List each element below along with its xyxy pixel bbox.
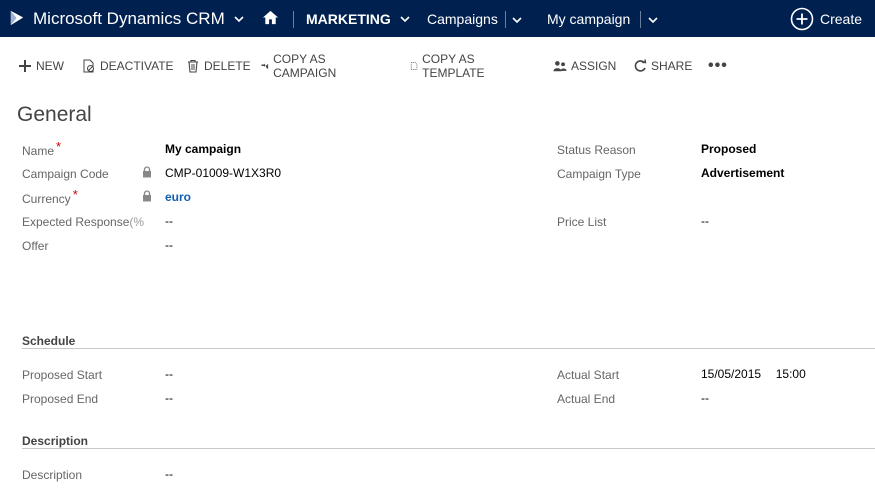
actual-end-label: Actual End [557, 392, 616, 406]
nav-entity-label: Campaigns [427, 10, 498, 27]
schedule-section-title: Schedule [22, 334, 76, 348]
expected-response-label: Expected Response(% [22, 215, 145, 229]
expected-response-field[interactable]: -- [165, 214, 173, 228]
top-navigation-bar: Microsoft Dynamics CRM MARKETING Campaig… [0, 0, 875, 37]
campaign-code-value: CMP-01009-W1X3R0 [165, 166, 282, 180]
proposed-start-label: Proposed Start [22, 368, 103, 382]
copy-campaign-icon [261, 63, 269, 70]
actual-end-field[interactable]: -- [701, 391, 709, 405]
assign-label: ASSIGN [571, 59, 617, 73]
share-button[interactable]: SHARE [633, 52, 692, 80]
brand-menu[interactable]: Microsoft Dynamics CRM [0, 0, 245, 37]
trash-icon [188, 59, 198, 73]
offer-field[interactable]: -- [165, 238, 173, 252]
copy-as-campaign-button[interactable]: COPY AS CAMPAIGN [261, 52, 342, 80]
copy-as-template-label: COPY AS TEMPLATE [422, 52, 485, 80]
description-label: Description [22, 468, 83, 482]
copy-as-template-button[interactable]: COPY AS TEMPLATE [410, 52, 490, 80]
nav-entity-link[interactable]: Campaigns [427, 0, 498, 37]
schedule-divider [22, 348, 875, 349]
price-list-field[interactable]: -- [701, 214, 709, 228]
nav-area-label: MARKETING [306, 10, 391, 27]
name-label: Name * [22, 139, 62, 158]
nav-separator [505, 11, 506, 28]
actual-start-label: Actual Start [557, 368, 620, 382]
general-section-title: General [17, 103, 92, 126]
create-label: Create [820, 10, 863, 27]
plus-icon [19, 60, 31, 72]
price-list-label: Price List [557, 215, 607, 229]
currency-label: Currency * [22, 187, 78, 206]
new-button[interactable]: NEW [18, 52, 64, 80]
deactivate-button[interactable]: DEACTIVATE [82, 52, 174, 80]
more-commands-button[interactable]: ••• [708, 52, 728, 80]
campaign-type-label: Campaign Type [557, 167, 641, 181]
campaign-type-field[interactable]: Advertisement [701, 166, 784, 180]
deactivate-icon [83, 59, 94, 73]
deactivate-label: DEACTIVATE [100, 59, 174, 73]
offer-label: Offer [22, 239, 49, 253]
description-divider [22, 448, 875, 449]
template-icon [410, 62, 418, 70]
chevron-down-icon [400, 15, 410, 22]
lock-icon [143, 166, 151, 178]
record-chevron-down-icon[interactable] [647, 14, 659, 26]
nav-separator [640, 11, 641, 28]
actual-start-field[interactable]: 15/05/2015 15:00 [701, 367, 806, 381]
nav-separator [293, 11, 294, 28]
proposed-end-field[interactable]: -- [165, 391, 173, 405]
description-field[interactable]: -- [165, 467, 173, 481]
home-icon[interactable] [262, 9, 279, 26]
currency-link[interactable]: euro [165, 190, 191, 204]
required-marker: * [56, 139, 62, 154]
entity-chevron-down-icon[interactable] [511, 14, 523, 26]
status-reason-label: Status Reason [557, 143, 636, 157]
brand-title: Microsoft Dynamics CRM [33, 8, 225, 28]
delete-label: DELETE [204, 59, 251, 73]
copy-as-campaign-label: COPY AS CAMPAIGN [273, 52, 337, 80]
dynamics-logo-icon [10, 10, 24, 26]
nav-record-link[interactable]: My campaign [547, 0, 630, 37]
required-marker: * [72, 187, 78, 202]
status-reason-field[interactable]: Proposed [701, 142, 756, 156]
chevron-down-icon [234, 15, 244, 22]
actual-start-time[interactable]: 15:00 [776, 367, 806, 381]
actual-start-date[interactable]: 15/05/2015 [701, 367, 761, 381]
create-button[interactable]: Create [790, 0, 862, 37]
description-section-title: Description [22, 434, 89, 448]
proposed-start-field[interactable]: -- [165, 367, 173, 381]
ellipsis-icon: ••• [708, 57, 728, 74]
name-field[interactable]: My campaign [165, 142, 241, 156]
share-label: SHARE [651, 59, 693, 73]
assign-button[interactable]: ASSIGN [553, 52, 616, 80]
new-label: NEW [36, 59, 64, 73]
delete-button[interactable]: DELETE [186, 52, 251, 80]
nav-area-menu[interactable]: MARKETING [306, 0, 411, 37]
nav-record-label: My campaign [547, 10, 631, 27]
campaign-code-label: Campaign Code [22, 167, 109, 181]
lock-icon [143, 190, 151, 202]
proposed-end-label: Proposed End [22, 392, 99, 406]
users-icon [553, 61, 567, 72]
plus-circle-icon [790, 7, 814, 30]
share-icon [634, 59, 647, 72]
